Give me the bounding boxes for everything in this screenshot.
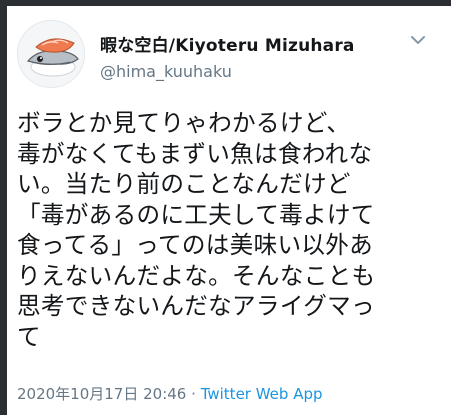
chevron-down-icon [411,36,425,44]
tweet-meta: 2020年10月17日 20:46 · Twitter Web App [17,383,323,404]
avatar[interactable] [17,20,85,88]
display-name[interactable]: 暇な空白/Kiyoteru Mizuhara [100,31,355,56]
tweet-menu-button[interactable] [408,32,428,46]
tweet-timestamp[interactable]: 2020年10月17日 20:46 [17,385,186,403]
tweet-text: ボラとか見てりゃわかるけど、 毒がなくてもまずい魚は食われな い。当たり前のこと… [17,109,376,351]
tweet-source-link[interactable]: Twitter Web App [201,385,323,403]
user-handle[interactable]: @hima_kuuhaku [100,62,232,81]
sushi-fish-avatar-icon [18,21,84,87]
meta-separator: · [191,385,196,403]
window-edge-left [0,0,7,415]
